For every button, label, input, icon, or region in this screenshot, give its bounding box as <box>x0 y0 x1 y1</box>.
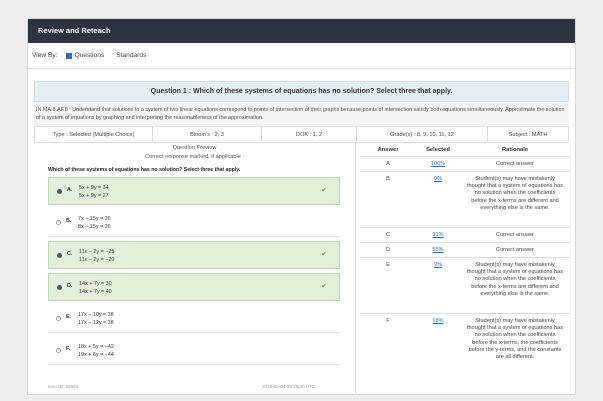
selected-percent-link[interactable]: 18% <box>432 318 443 324</box>
selected-percent-link[interactable]: 9% <box>434 262 442 268</box>
selected-percent-link[interactable]: 91% <box>432 232 443 238</box>
table-row: F 18% Student(s) may have mistakenly tho… <box>360 314 570 378</box>
equation-2: 17x − 12y = 38 <box>78 319 114 326</box>
review-panel: Review and Reteach View By: Questions St… <box>27 18 576 395</box>
choice-letter: E. <box>66 314 72 320</box>
selected-header: Selected <box>426 146 450 153</box>
choice-equations: 11x − 2y = −25 11x − 2y = −20 <box>79 249 114 264</box>
equation-1: 17x − 10y = 38 <box>78 312 114 318</box>
check-icon: ✔ <box>321 187 327 194</box>
item-id: Item ID: 62863 <box>48 384 79 389</box>
standards-label: Standards <box>116 52 147 59</box>
answer-header: Answer <box>377 146 399 153</box>
meta-blooms: Bloom's : 2, 3 <box>153 127 262 142</box>
answer-cell: E <box>386 262 390 268</box>
choice-equations: 18x + 5y = −42 19x + 6y = −44 <box>78 344 114 359</box>
choice-equations: 7x − 15y = 26 8x − 15y = 26 <box>78 216 111 231</box>
view-by-questions-option[interactable]: Questions <box>65 52 105 59</box>
table-row: D 55% Correct answer <box>360 243 570 258</box>
question-title: Question 1 : Which of these systems of e… <box>34 81 569 102</box>
rationale-cell: Correct answer <box>496 232 534 238</box>
view-by-bar: View By: Questions Standards <box>28 43 575 69</box>
answer-cell: B <box>386 176 390 182</box>
meta-grades: Grade(s) : 8, 9, 10, 11, 12 <box>357 127 488 142</box>
selected-percent-link[interactable]: 55% <box>432 247 443 253</box>
equation-2: 14x + 7y = 40 <box>79 288 112 295</box>
preview-subtitle: Correct response marked, if applicable : <box>145 154 244 160</box>
rationale-header: Rationale <box>501 146 529 153</box>
question-meta: Type : Selected (Multiple Choice) Bloom'… <box>34 127 569 143</box>
radio-icon <box>56 220 61 225</box>
radio-icon <box>57 253 62 258</box>
answer-cell: C <box>385 232 391 238</box>
answer-cell: A <box>386 161 390 167</box>
table-row: B 9% Student(s) may have mistakenly thou… <box>360 172 570 228</box>
choice-e: E. 17x − 10y = 38 17x − 12y = 38 <box>48 305 340 333</box>
answer-cell: D <box>385 247 391 253</box>
equation-2: 19x + 6y = −44 <box>78 351 114 358</box>
answer-table: Answer Selected Rationale A 100% Correct… <box>360 143 570 393</box>
equation-1: 5x + 9y = 34 <box>79 185 109 191</box>
choice-letter: A. <box>67 187 73 193</box>
table-row: A 100% Correct answer <box>360 157 570 172</box>
radio-icon <box>57 189 62 194</box>
standard-description: IN.MA.8.AF.8 : Understand that solutions… <box>34 102 569 127</box>
radio-icon <box>57 285 62 290</box>
answer-table-header: Answer Selected Rationale <box>360 143 570 157</box>
choice-equations: 5x + 9y = 34 5x + 9y = 27 <box>79 185 109 200</box>
choice-letter: C. <box>67 251 73 257</box>
choice-f: F. 18x + 5y = −42 19x + 6y = −44 <box>48 337 340 365</box>
choice-b: B. 7x − 15y = 26 8x − 15y = 26 <box>48 209 340 237</box>
choice-d: D. 14x + 7y = 30 14x + 7y = 40 ✔ <box>48 273 340 301</box>
choice-equations: 17x − 10y = 38 17x − 12y = 38 <box>78 312 114 327</box>
meta-type: Type : Selected (Multiple Choice) <box>35 127 153 142</box>
checkbox-icon <box>65 52 72 59</box>
rationale-cell: Student(s) may have mistakenly thought t… <box>466 262 564 297</box>
preview-prompt: Which of these systems of equations has … <box>48 167 241 173</box>
choice-letter: B. <box>66 218 72 224</box>
equation-2: 11x − 2y = −20 <box>79 256 115 263</box>
questions-label: Questions <box>74 52 105 59</box>
meta-dok: DOK : 1, 2 <box>262 127 357 142</box>
choice-letter: D. <box>67 283 73 289</box>
choice-a: A. 5x + 9y = 34 5x + 9y = 27 ✔ <box>48 177 340 205</box>
view-by-standards-option[interactable]: Standards <box>116 52 146 59</box>
item-timestamp: 2018-04-04 06:29pm UTC <box>262 384 316 389</box>
choice-c: C. 11x − 2y = −25 11x − 2y = −20 ✔ <box>48 241 340 269</box>
radio-icon <box>56 316 61 321</box>
preview-title: Question Preview <box>172 145 217 151</box>
table-row: E 9% Student(s) may have mistakenly thou… <box>360 258 570 314</box>
check-icon: ✔ <box>321 283 327 290</box>
rationale-cell: Correct answer <box>496 247 534 253</box>
choice-equations: 14x + 7y = 30 14x + 7y = 40 <box>79 281 112 296</box>
rationale-cell: Correct answer <box>496 161 534 167</box>
view-by-label: View By: <box>32 52 58 59</box>
table-row: C 91% Correct answer <box>360 228 570 243</box>
equation-1: 11x − 2y = −25 <box>79 249 115 255</box>
panel-title: Review and Reteach <box>28 19 575 43</box>
equation-2: 8x − 15y = 26 <box>78 223 111 230</box>
equation-2: 5x + 9y = 27 <box>79 192 109 199</box>
equation-1: 18x + 5y = −42 <box>78 344 114 350</box>
selected-percent-link[interactable]: 100% <box>431 161 445 167</box>
equation-1: 7x − 15y = 26 <box>78 216 111 222</box>
check-icon: ✔ <box>321 251 327 258</box>
rationale-cell: Student(s) may have mistakenly thought t… <box>466 318 564 361</box>
selected-percent-link[interactable]: 9% <box>434 176 442 182</box>
meta-subject: Subject : MATH <box>508 131 548 138</box>
question-preview: Question Preview Correct response marked… <box>34 143 356 393</box>
rationale-cell: Student(s) may have mistakenly thought t… <box>466 176 564 211</box>
answer-cell: F <box>386 318 390 324</box>
equation-1: 14x + 7y = 30 <box>79 281 112 287</box>
choice-letter: F. <box>66 346 71 352</box>
radio-icon <box>56 348 61 353</box>
